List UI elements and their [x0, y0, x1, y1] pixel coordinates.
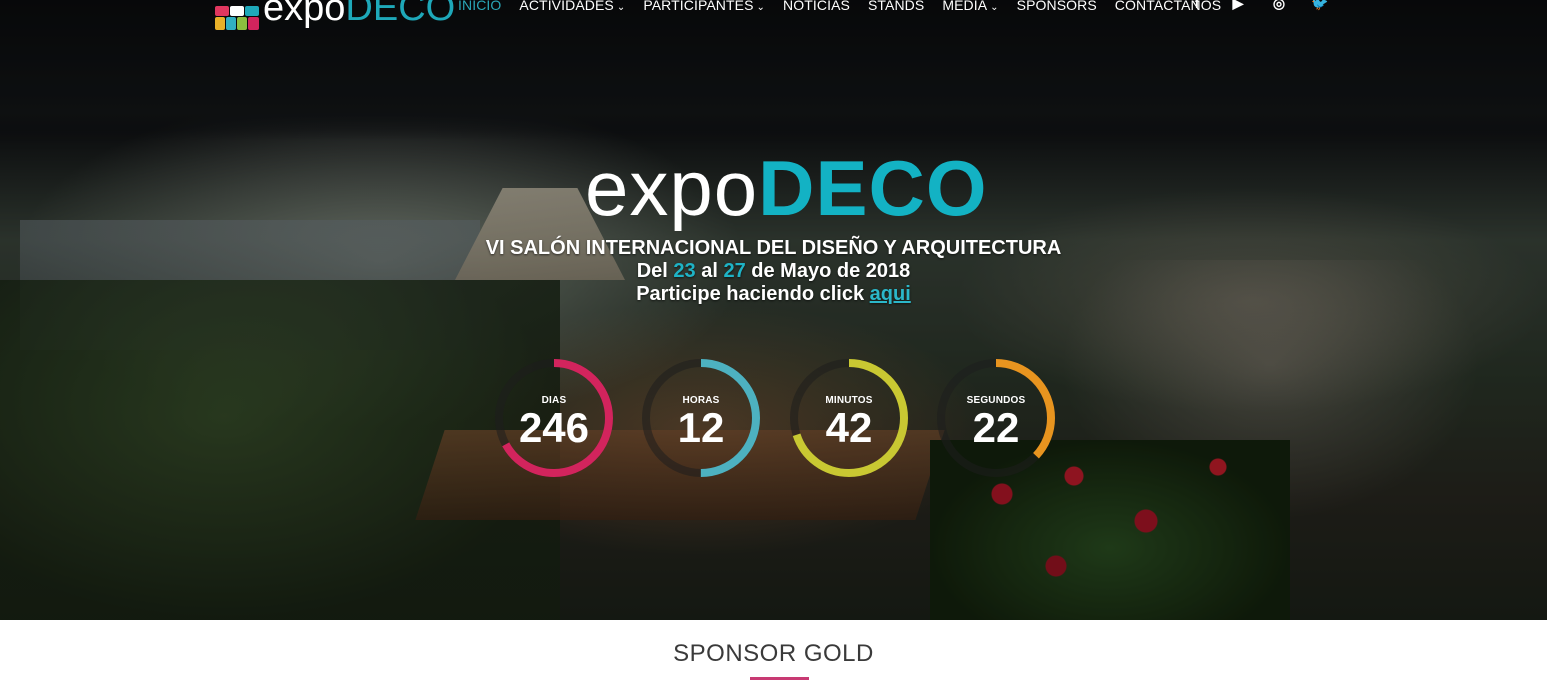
sponsor-heading-underline: [750, 677, 809, 680]
hero-dates: Del 23 al 27 de Mayo de 2018: [0, 260, 1547, 283]
nav-item-noticias[interactable]: NOTICIAS: [783, 0, 850, 13]
countdown-minutos: MINUTOS 42: [788, 357, 910, 479]
countdown-value: 246: [518, 404, 590, 451]
chevron-down-icon: ⌄: [990, 2, 999, 13]
hero-dates-mid: al: [695, 260, 724, 282]
nav-item-inicio[interactable]: INICIO: [458, 0, 501, 13]
logo-text-deco: DECO: [345, 0, 456, 29]
social-links: f ▶ ◎ 🐦: [1186, 0, 1350, 12]
countdown-segundos: SEGUNDOS 22: [935, 357, 1057, 479]
countdown-horas: HORAS 12: [640, 357, 762, 479]
hero-cta-text: Participe haciendo click: [636, 283, 870, 305]
top-nav: expoDECO INICIO ACTIVIDADES ⌄ PARTICIPANTES…: [0, 0, 1547, 30]
sponsor-gold-heading: SPONSOR GOLD: [673, 640, 874, 667]
hero-logo-deco: DECO: [758, 144, 988, 232]
countdown-value: 42: [825, 404, 873, 451]
hero-cta-link[interactable]: aqui: [870, 283, 911, 305]
nav-item-label: NOTICIAS: [783, 0, 850, 13]
youtube-icon[interactable]: ▶: [1227, 0, 1249, 12]
hero-headline: VI SALÓN INTERNACIONAL DEL DISEÑO Y ARQU…: [0, 237, 1547, 306]
nav-item-label: SPONSORS: [1016, 0, 1097, 13]
hero-banner: expoDECO INICIO ACTIVIDADES ⌄ PARTICIPANTES…: [0, 0, 1547, 620]
nav-item-media[interactable]: MEDIA ⌄: [942, 0, 998, 13]
twitter-icon[interactable]: 🐦: [1309, 0, 1331, 12]
hero-dates-suffix: de Mayo de 2018: [745, 260, 911, 282]
nav-item-label: ACTIVIDADES: [519, 0, 614, 13]
hero-logo: expoDECO: [585, 148, 986, 228]
nav-item-sponsors[interactable]: SPONSORS: [1017, 0, 1097, 13]
logo-text-expo: expo: [263, 0, 346, 29]
logo-mark-icon: [215, 0, 261, 30]
site-logo[interactable]: expoDECO: [215, 0, 455, 30]
nav-item-participantes[interactable]: PARTICIPANTES ⌄: [643, 0, 765, 13]
nav-item-label: MEDIA: [942, 0, 988, 13]
hero-logo-expo: expo: [585, 144, 759, 232]
main-menu: INICIO ACTIVIDADES ⌄ PARTICIPANTES ⌄ NOTICIAS…: [458, 0, 1239, 13]
facebook-icon[interactable]: f: [1186, 0, 1208, 12]
hero-cta: Participe haciendo click aqui: [0, 283, 1547, 306]
instagram-icon[interactable]: ◎: [1268, 0, 1290, 12]
nav-item-stands[interactable]: STANDS: [868, 0, 924, 13]
nav-item-actividades[interactable]: ACTIVIDADES ⌄: [519, 0, 625, 13]
countdown-value: 12: [677, 404, 725, 451]
nav-item-label: INICIO: [458, 0, 502, 13]
nav-item-label: STANDS: [867, 0, 925, 13]
hero-overlay: [0, 0, 1547, 620]
chevron-down-icon: ⌄: [756, 2, 766, 13]
nav-item-label: PARTICIPANTES: [643, 0, 754, 13]
hero-end-day: 27: [723, 260, 746, 282]
hero-dates-prefix: Del: [636, 260, 674, 282]
chevron-down-icon: ⌄: [616, 2, 626, 13]
countdown-value: 22: [972, 404, 1020, 451]
hero-start-day: 23: [673, 260, 696, 282]
hero-title: VI SALÓN INTERNACIONAL DEL DISEÑO Y ARQU…: [485, 237, 1062, 259]
countdown-dias: DIAS 246: [493, 357, 615, 479]
logo-text: expoDECO: [263, 0, 455, 27]
